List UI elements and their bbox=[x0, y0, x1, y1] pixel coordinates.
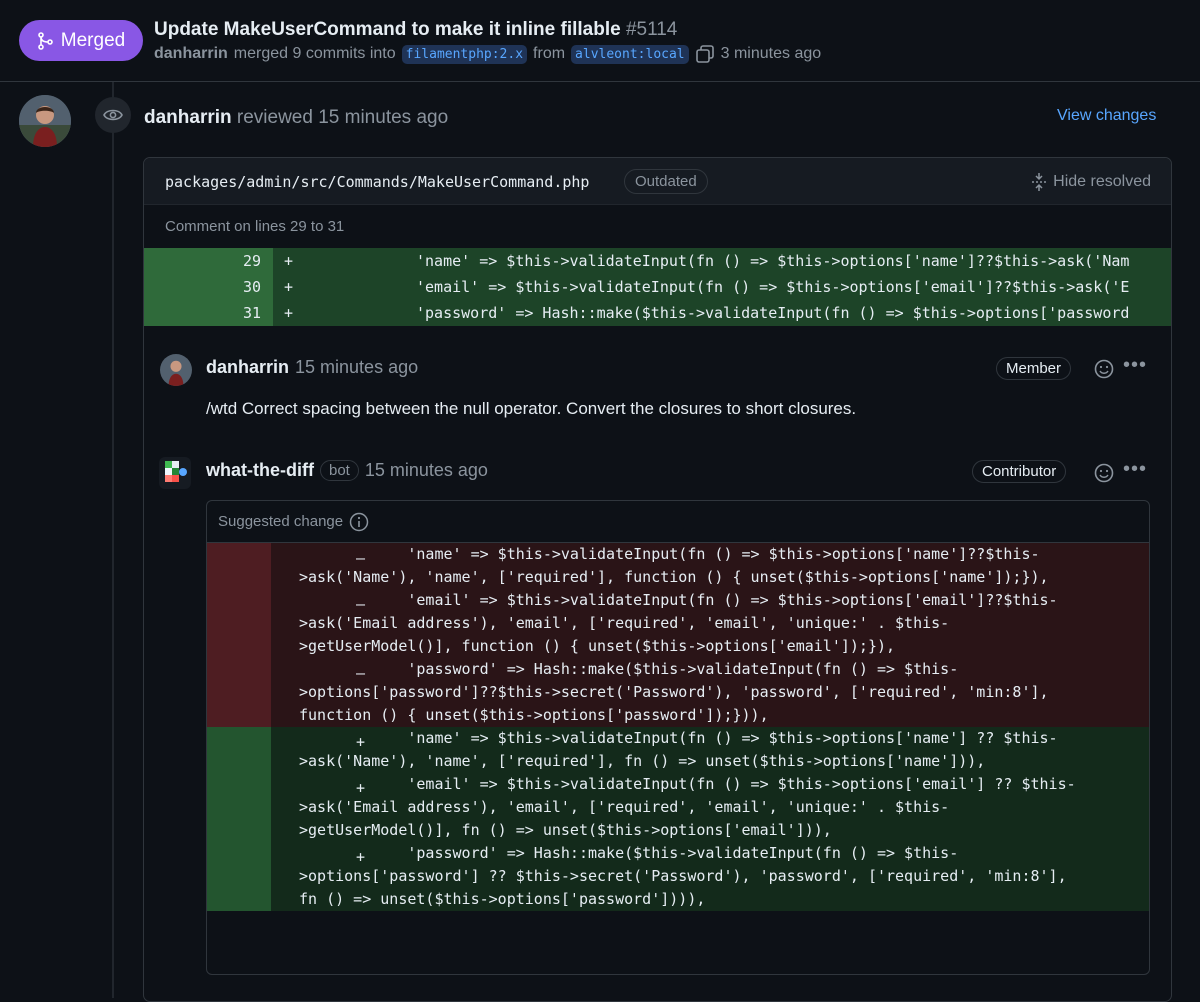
diff-statement: + 'password' => Hash::make($this->valida… bbox=[281, 842, 1149, 911]
diff-sign: + bbox=[356, 733, 366, 751]
diff-line: >getUserModel()], fn () => unset($this->… bbox=[299, 821, 832, 839]
pr-time: 3 minutes ago bbox=[720, 45, 822, 62]
pr-header: Merged Update MakeUserCommand to make it… bbox=[0, 0, 1200, 82]
diff-line: 'name' => $this->validateInput(fn () => … bbox=[299, 545, 1040, 563]
diff-statement: + 'email' => $this->validateInput(fn () … bbox=[281, 773, 1149, 842]
removed-lines: – 'name' => $this->validateInput(fn () =… bbox=[207, 543, 1149, 727]
git-merge-icon bbox=[37, 31, 53, 50]
smiley-icon[interactable] bbox=[1094, 463, 1114, 483]
outdated-badge: Outdated bbox=[624, 169, 708, 194]
member-badge: Member bbox=[996, 357, 1072, 380]
comment-time[interactable]: 15 minutes ago bbox=[295, 357, 418, 378]
hide-resolved-label: Hide resolved bbox=[1053, 173, 1151, 190]
diff-snippet: 29 + 'name' => $this->validateInput(fn () … bbox=[144, 248, 1171, 326]
diff-line: 'email' => $this->validateInput(fn () =>… bbox=[299, 775, 1076, 793]
diff-sign: – bbox=[356, 549, 366, 567]
info-icon[interactable] bbox=[349, 512, 369, 532]
diff-gutter bbox=[207, 727, 271, 911]
comment-author-link[interactable]: danharrin bbox=[206, 357, 289, 378]
avatar[interactable] bbox=[19, 95, 71, 147]
unfold-icon bbox=[1032, 173, 1047, 191]
file-header: packages/admin/src/Commands/MakeUserComm… bbox=[144, 158, 1171, 205]
diff-sign: + bbox=[356, 848, 366, 866]
line-number[interactable]: 31 bbox=[144, 300, 273, 326]
diff-line: >options['password'] ?? $this->secret('P… bbox=[299, 867, 1067, 885]
diff-line: 31 + 'password' => Hash::make($this->valid… bbox=[144, 300, 1171, 326]
diff-code: 'password' => Hash::make($this->validate… bbox=[416, 304, 1130, 322]
bot-avatar[interactable] bbox=[159, 457, 191, 489]
diff-statement: – 'email' => $this->validateInput(fn () … bbox=[281, 589, 1149, 658]
file-path[interactable]: packages/admin/src/Commands/MakeUserComm… bbox=[165, 173, 589, 191]
kebab-icon[interactable]: ••• bbox=[1123, 354, 1147, 377]
suggested-change-header: Suggested change bbox=[207, 501, 1149, 543]
avatar[interactable] bbox=[160, 354, 192, 386]
comment-header: what-the-diff bot 15 minutes ago bbox=[206, 460, 488, 481]
pr-meta: danharrin merged 9 commits into filament… bbox=[154, 44, 821, 64]
diff-code: 'name' => $this->validateInput(fn () => … bbox=[416, 252, 1130, 270]
diff-line: fn () => unset($this->options['password'… bbox=[299, 890, 706, 908]
merged-label: Merged bbox=[60, 29, 126, 51]
diff-line: 'password' => Hash::make($this->validate… bbox=[299, 660, 959, 678]
suggested-change: Suggested change – 'name' => $this->vali… bbox=[206, 500, 1150, 975]
pr-title: Update MakeUserCommand to make it inline… bbox=[154, 19, 677, 41]
hide-resolved-button[interactable]: Hide resolved bbox=[1031, 172, 1151, 192]
diff-line: function () { unset($this->options['pass… bbox=[299, 706, 769, 724]
diff-line: 30 + 'email' => $this->validateInput(fn ()… bbox=[144, 274, 1171, 300]
diff-line: >ask('Email address'), 'email', ['requir… bbox=[299, 614, 950, 632]
pr-action: merged 9 commits into bbox=[233, 45, 396, 62]
contributor-badge: Contributor bbox=[972, 460, 1067, 483]
line-number[interactable]: 30 bbox=[144, 274, 273, 300]
pr-title-text: Update MakeUserCommand to make it inline… bbox=[154, 19, 621, 40]
diff-statement: + 'name' => $this->validateInput(fn () =… bbox=[281, 727, 1149, 773]
diff-line: 29 + 'name' => $this->validateInput(fn () … bbox=[144, 248, 1171, 274]
diff-sign: – bbox=[356, 664, 366, 682]
pr-author-link[interactable]: danharrin bbox=[154, 45, 228, 63]
line-number[interactable]: 29 bbox=[144, 248, 273, 274]
diff-gutter bbox=[207, 543, 271, 727]
comment-body: /wtd Correct spacing between the null op… bbox=[206, 399, 857, 418]
eye-icon bbox=[95, 97, 131, 133]
timeline-line bbox=[112, 82, 114, 998]
view-changes-link[interactable]: View changes bbox=[1057, 107, 1156, 125]
head-branch[interactable]: alvleont:local bbox=[571, 44, 689, 64]
diff-line: 'name' => $this->validateInput(fn () => … bbox=[299, 729, 1058, 747]
comment-author-link[interactable]: what-the-diff bbox=[206, 460, 314, 481]
diff-line: >ask('Email address'), 'email', ['requir… bbox=[299, 798, 950, 816]
review-action: reviewed 15 minutes ago bbox=[236, 107, 449, 128]
review-thread: packages/admin/src/Commands/MakeUserComm… bbox=[143, 157, 1172, 1002]
diff-line: >ask('Name'), 'name', ['required'], fn (… bbox=[299, 752, 986, 770]
base-branch[interactable]: filamentphp:2.x bbox=[401, 44, 528, 64]
diff-sign: + bbox=[284, 304, 294, 322]
comment-lines-label: Comment on lines 29 to 31 bbox=[165, 218, 345, 235]
from-word: from bbox=[533, 45, 566, 62]
diff-sign: – bbox=[356, 595, 366, 613]
diff-line: 'email' => $this->validateInput(fn () =>… bbox=[299, 591, 1058, 609]
bot-badge: bot bbox=[319, 460, 359, 481]
review-header: danharrin reviewed 15 minutes ago bbox=[144, 107, 448, 129]
diff-sign: + bbox=[284, 278, 294, 296]
diff-sign: + bbox=[284, 252, 294, 270]
added-lines: + 'name' => $this->validateInput(fn () =… bbox=[207, 727, 1149, 911]
comment-header: danharrin 15 minutes ago bbox=[206, 357, 418, 378]
pr-number: #5114 bbox=[625, 19, 678, 40]
suggestion-diff: – 'name' => $this->validateInput(fn () =… bbox=[207, 543, 1149, 911]
comment-time[interactable]: 15 minutes ago bbox=[365, 460, 488, 481]
copy-icon[interactable] bbox=[695, 44, 715, 64]
diff-statement: – 'password' => Hash::make($this->valida… bbox=[281, 658, 1149, 727]
diff-line: 'password' => Hash::make($this->validate… bbox=[299, 844, 959, 862]
diff-statement: – 'name' => $this->validateInput(fn () =… bbox=[281, 543, 1149, 589]
merged-state-badge: Merged bbox=[19, 20, 143, 61]
smiley-icon[interactable] bbox=[1094, 359, 1114, 379]
diff-line: >options['password']??$this->secret('Pas… bbox=[299, 683, 1049, 701]
diff-line: >getUserModel()], function () { unset($t… bbox=[299, 637, 896, 655]
kebab-icon[interactable]: ••• bbox=[1123, 458, 1147, 481]
reviewer-link[interactable]: danharrin bbox=[144, 107, 232, 128]
diff-code: 'email' => $this->validateInput(fn () =>… bbox=[416, 278, 1130, 296]
diff-sign: + bbox=[356, 779, 366, 797]
suggested-change-title: Suggested change bbox=[218, 513, 344, 530]
diff-line: >ask('Name'), 'name', ['required'], func… bbox=[299, 568, 1049, 586]
